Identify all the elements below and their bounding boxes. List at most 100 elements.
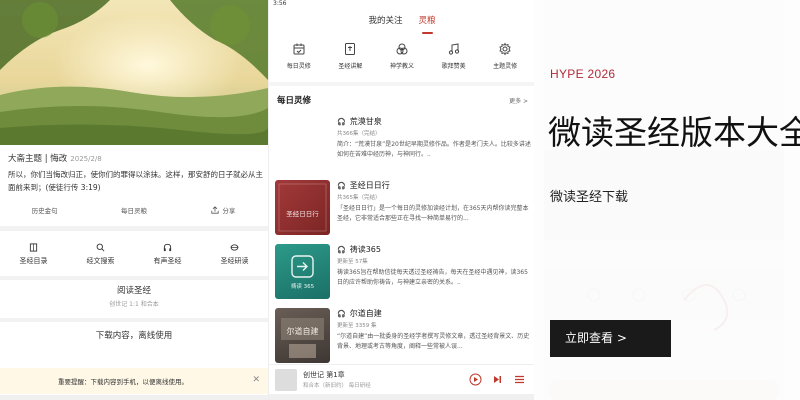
section-title: 每日灵修 xyxy=(277,96,312,106)
tab-following[interactable]: 我的关注 xyxy=(368,14,402,30)
item-thumbnail: 尔道自建 xyxy=(275,308,330,363)
divider xyxy=(0,226,268,231)
left-phone-panel: 大斋主题 | 悔改 2025/2/8 所以，你们当悔改归正，使你们的罪得以涂抹。这… xyxy=(0,0,268,400)
music-icon xyxy=(448,43,459,55)
item-thumbnail: 圣经日日行 xyxy=(275,180,330,235)
tab-spiritual-food[interactable]: 灵粮 xyxy=(419,14,436,34)
playlist-icon[interactable] xyxy=(513,373,526,386)
function-row: 圣经目录 经文搜索 有声圣经 圣经研读 xyxy=(0,236,268,272)
verse-title: 大斋主题 | 悔改 2025/2/8 xyxy=(8,152,263,164)
list-item[interactable]: 尔道自建 🎧 尔道自建 更新至 3359 集 “尔道自建”由一批委身的圣经学者撰写… xyxy=(275,308,531,366)
category-label: 主题灵修 xyxy=(493,63,518,70)
bible-catalog-label: 圣经目录 xyxy=(19,256,48,265)
headphones-icon: 🎧 xyxy=(337,309,346,318)
player-thumbnail xyxy=(275,369,297,391)
item-meta: 更新至 57集 xyxy=(337,259,368,265)
category-theology[interactable]: 神学教义 xyxy=(378,42,426,78)
calendar-icon xyxy=(293,43,305,55)
item-meta: 更新至 3359 集 xyxy=(337,323,377,329)
download-offline-button[interactable]: 下载内容，离线使用 xyxy=(0,325,268,347)
verse-text: 所以，你们当悔改归正，使你们的罪得以涂抹。这样，那安舒的日子就必从主面前来到；(… xyxy=(8,170,263,192)
view-now-button[interactable]: 立即查看 > xyxy=(550,320,671,357)
share-icon xyxy=(211,206,219,214)
category-label: 歌拜赞美 xyxy=(441,63,466,70)
right-promo-panel: HYPE 2026 微读圣经版本大全 微读圣经下载 立即查看 > xyxy=(534,0,800,400)
category-daily-devotion[interactable]: 每日灵修 xyxy=(275,42,323,78)
bottom-edge xyxy=(269,394,534,400)
mini-player[interactable]: 创世记 第1章 和合本（新旧约） 每日研经 xyxy=(269,364,534,394)
notice-text: 重要提醒：下载内容到手机，以便离线使用。 xyxy=(58,378,188,386)
read-bible-subtitle: 创世记 1:1 和合本 xyxy=(109,301,159,308)
promo-subtitle: 微读圣经下载 xyxy=(550,190,629,205)
gear-icon xyxy=(499,42,511,56)
item-meta: 共366集（完结） xyxy=(337,131,381,137)
item-title: 🎧 祷读365 xyxy=(337,244,531,255)
item-desc: “尔道自建”由一批委身的圣经学者撰写灵修文章，透过圣经背景文、历史背景、地理或考… xyxy=(337,333,530,350)
audio-bible-button[interactable]: 有声圣经 xyxy=(134,236,201,272)
bible-icon xyxy=(345,43,356,55)
headphones-icon xyxy=(163,243,172,251)
top-tabs: 我的关注 灵粮 xyxy=(269,14,534,34)
category-topic-devotion[interactable]: 主题灵修 xyxy=(481,42,529,78)
daily-manna-link[interactable]: 每日灵粮 xyxy=(89,205,178,215)
bible-catalog-button[interactable]: 圣经目录 xyxy=(0,236,67,272)
verse-search-button[interactable]: 经文搜索 xyxy=(67,236,134,272)
item-title-text: 荒漠甘泉 xyxy=(349,117,382,126)
category-worship[interactable]: 歌拜赞美 xyxy=(430,42,478,78)
verse-date: 2025/2/8 xyxy=(70,155,102,163)
item-desc: 祷读365旨在帮助信徒每天透过圣经祷告，每天在圣经中遇见神，读365日的应许帮助… xyxy=(337,269,528,286)
category-row: 每日灵修 圣经讲解 神学教义 歌拜赞美 主题灵修 xyxy=(269,42,534,78)
share-button[interactable]: 分享 xyxy=(179,205,268,215)
book-icon xyxy=(29,242,38,252)
promo-title: 微读圣经版本大全 xyxy=(548,114,800,151)
search-icon xyxy=(96,243,105,251)
read-bible-button[interactable]: 阅读圣经 创世记 1:1 和合本 xyxy=(0,280,268,316)
daily-verse: 大斋主题 | 悔改 2025/2/8 所以，你们当悔改归正，使你们的罪得以涂抹。这… xyxy=(8,152,263,194)
promo-tag: HYPE 2026 xyxy=(550,67,616,81)
item-thumbnail xyxy=(275,116,330,171)
item-title: 🎧 尔道自建 xyxy=(337,308,531,319)
status-time: 3:56 xyxy=(273,0,287,7)
category-label: 神学教义 xyxy=(389,63,414,70)
category-label: 每日灵修 xyxy=(286,63,311,70)
verse-search-label: 经文搜索 xyxy=(86,256,115,265)
hero-landscape-image xyxy=(0,0,268,145)
item-thumbnail: 祷读 365 xyxy=(275,244,330,299)
more-link[interactable]: 更多 > xyxy=(509,96,528,105)
item-title-text: 尔道自建 xyxy=(349,309,382,318)
play-icon[interactable] xyxy=(469,373,482,386)
verse-actions: 历史金句 每日灵粮 分享 xyxy=(0,199,268,221)
close-icon[interactable]: ✕ xyxy=(252,375,260,385)
bible-study-button[interactable]: 圣经研读 xyxy=(201,236,268,272)
item-body: 🎧 圣经日日行 共365集（完结） 「圣经日日行」是一个每日的灵修加读经计划，在3… xyxy=(337,180,531,223)
item-body: 🎧 祷读365 更新至 57集 祷读365旨在帮助信徒每天透过圣经祷告，每天在圣经… xyxy=(337,244,531,287)
divider xyxy=(269,82,534,86)
player-subtitle: 和合本（新旧约） 每日研经 xyxy=(303,383,371,389)
theology-icon xyxy=(396,43,408,55)
item-desc: 「圣经日日行」是一个每日的灵修加读经计划，在365天内帮你读完整本圣经，它非常适… xyxy=(337,205,529,222)
item-title-text: 祷读365 xyxy=(349,245,381,254)
middle-phone-panel: 3:56 我的关注 灵粮 每日灵修 圣经讲解 神学教义 歌拜赞美 主题灵修 每日… xyxy=(268,0,534,400)
headphones-icon: 🎧 xyxy=(337,117,346,126)
category-bible-explain[interactable]: 圣经讲解 xyxy=(326,42,374,78)
list-item[interactable]: 圣经日日行 🎧 圣经日日行 共365集（完结） 「圣经日日行」是一个每日的灵修加读… xyxy=(275,180,531,238)
item-desc: 简介：“荒漠甘泉”是20世纪早期灵修作品。作者是考门夫人。比较多讲述如何在苦难中… xyxy=(337,141,531,158)
bible-study-label: 圣经研读 xyxy=(220,256,249,265)
next-icon[interactable] xyxy=(491,373,504,386)
bottom-edge xyxy=(0,395,268,400)
list-item[interactable]: 祷读 365 🎧 祷读365 更新至 57集 祷读365旨在帮助信徒每天透过圣经祷… xyxy=(275,244,531,302)
divider xyxy=(0,318,268,322)
thumb-text: 祷读 365 xyxy=(291,282,315,290)
list-item[interactable]: 🎧 荒漠甘泉 共366集（完结） 简介：“荒漠甘泉”是20世纪早期灵修作品。作者是… xyxy=(275,116,531,174)
share-label: 分享 xyxy=(222,207,236,215)
thumb-text: 圣经日日行 xyxy=(286,209,319,218)
headphones-icon: 🎧 xyxy=(337,245,346,254)
study-icon xyxy=(230,243,239,251)
history-verses-link[interactable]: 历史金句 xyxy=(0,205,89,215)
status-bar: 3:56 xyxy=(273,0,529,8)
item-meta: 共365集（完结） xyxy=(337,195,381,201)
item-title: 🎧 圣经日日行 xyxy=(337,180,531,191)
notice-bar: 重要提醒：下载内容到手机，以便离线使用。 ✕ xyxy=(0,368,268,394)
verse-theme: 大斋主题 | 悔改 xyxy=(8,154,68,164)
item-body: 🎧 荒漠甘泉 共366集（完结） 简介：“荒漠甘泉”是20世纪早期灵修作品。作者是… xyxy=(337,116,531,159)
